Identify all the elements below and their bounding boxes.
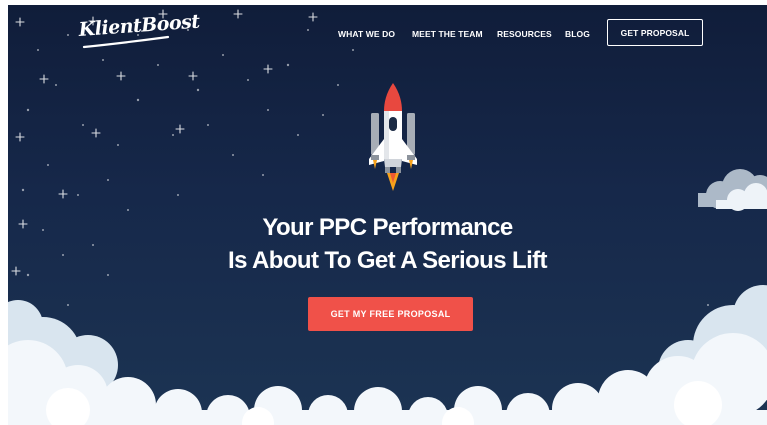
- cloud-illustration: [8, 169, 767, 425]
- browser-viewport: KlientBoost WHAT WE DO MEET THE TEAM RES…: [0, 0, 767, 425]
- hero-section: KlientBoost WHAT WE DO MEET THE TEAM RES…: [8, 5, 767, 425]
